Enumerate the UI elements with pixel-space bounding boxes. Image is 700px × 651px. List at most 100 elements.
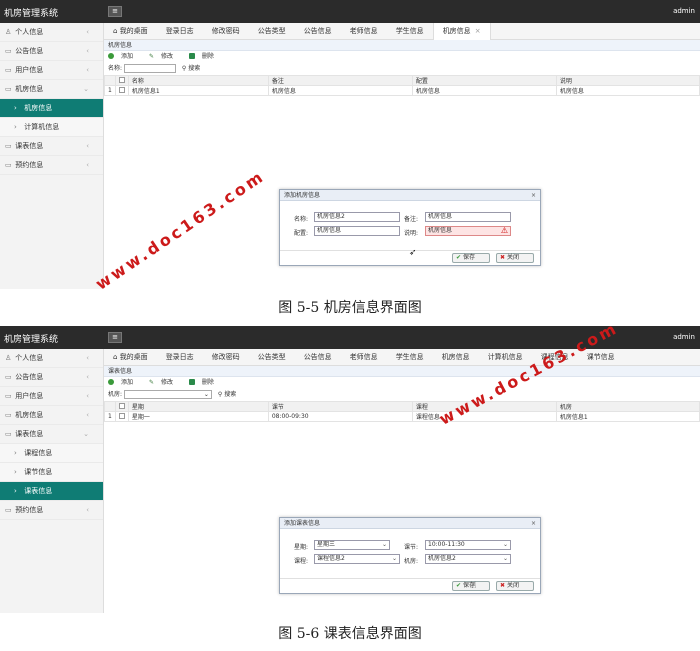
user-name[interactable]: admin: [673, 333, 695, 341]
edit-button[interactable]: ✎ 修改: [149, 53, 180, 60]
tab-notice-type[interactable]: 公告类型: [249, 23, 295, 40]
table-cell: 08:00-09:30: [267, 411, 413, 422]
sidebar-item-notice[interactable]: ▭ 公告信息 ‹: [0, 42, 103, 61]
user-name[interactable]: admin: [673, 7, 695, 15]
sidebar-item-booking[interactable]: ▭ 预约信息 ‹: [0, 501, 103, 520]
chevron-down-icon: ⌄: [381, 541, 387, 548]
sidebar: ♙ 个人信息 ‹ ▭ 公告信息 ‹ ▭ 用户信息 ‹ ▭ 机房信息 ⌄ › 机房信息 ›…: [0, 23, 104, 289]
search-input[interactable]: [123, 64, 176, 73]
tab-student-info[interactable]: 学生信息: [387, 23, 433, 40]
sidebar-item-personal[interactable]: ♙ 个人信息 ‹: [0, 349, 103, 368]
chevron-left-icon: ‹: [86, 161, 89, 169]
edit-button[interactable]: ✎ 修改: [149, 379, 180, 386]
tab-desktop[interactable]: ⌂ 我的桌面: [104, 349, 157, 366]
page-title: 课表信息: [104, 366, 700, 377]
sidebar: ♙ 个人信息 ‹ ▭ 公告信息 ‹ ▭ 用户信息 ‹ ▭ 机房信息 ‹ ▭ 课表信息 ⌄ …: [0, 349, 104, 613]
sidebar-item-notice[interactable]: ▭ 公告信息 ‹: [0, 368, 103, 387]
table-row[interactable]: 1 机房信息1 机房信息 机房信息 机房信息: [104, 85, 700, 96]
sidebar-item-course-info[interactable]: › 课程信息: [0, 444, 103, 463]
tab-teacher-info[interactable]: 老师信息: [341, 349, 387, 366]
select-all-checkbox[interactable]: [118, 77, 125, 83]
column-header[interactable]: 机房: [555, 401, 700, 412]
tab-login-log[interactable]: 登录日志: [157, 23, 203, 40]
week-select[interactable]: 星期三 ⌄: [314, 540, 390, 550]
check-icon: ✔: [456, 582, 462, 589]
room-select[interactable]: ⌄: [123, 390, 212, 399]
tab-room-info[interactable]: 机房信息 ×: [432, 23, 491, 40]
close-icon[interactable]: ×: [531, 518, 536, 529]
desc-input[interactable]: 机房信息 ⚠: [425, 226, 511, 236]
close-icon[interactable]: ×: [475, 27, 481, 35]
desc-label: 说明:: [404, 230, 419, 237]
column-header[interactable]: 课节: [267, 401, 413, 412]
close-button[interactable]: ✖ 关闭: [496, 253, 534, 263]
period-label: 课节:: [404, 544, 419, 551]
delete-icon: [188, 379, 195, 385]
delete-button[interactable]: 删除: [188, 379, 221, 386]
dialog-footer: ✔ 保存 ✖ 关闭: [280, 578, 540, 593]
sidebar-item-room-info[interactable]: › 机房信息: [0, 99, 103, 118]
delete-button[interactable]: 删除: [188, 53, 221, 60]
tab-teacher-info[interactable]: 老师信息: [341, 23, 387, 40]
course-label: 课程:: [294, 558, 309, 565]
name-input[interactable]: 机房信息2: [314, 212, 400, 222]
search-button[interactable]: ⚲ 搜索: [182, 65, 200, 72]
table-cell: 机房信息1: [127, 85, 269, 96]
sidebar-item-users[interactable]: ▭ 用户信息 ‹: [0, 61, 103, 80]
tab-notice-type[interactable]: 公告类型: [249, 349, 295, 366]
remark-label: 备注:: [404, 216, 419, 223]
close-icon[interactable]: ×: [531, 190, 536, 201]
config-input[interactable]: 机房信息: [314, 226, 400, 236]
table-cell: 机房信息: [267, 85, 413, 96]
users-icon: ▭: [5, 392, 12, 400]
week-label: 星期:: [294, 544, 309, 551]
sidebar-item-room[interactable]: ▭ 机房信息 ‹: [0, 406, 103, 425]
column-header[interactable]: 说明: [555, 75, 700, 86]
column-header[interactable]: 名称: [127, 75, 269, 86]
menu-toggle-button[interactable]: ≡: [108, 332, 122, 343]
tab-login-log[interactable]: 登录日志: [157, 349, 203, 366]
sidebar-item-booking[interactable]: ▭ 预约信息 ‹: [0, 156, 103, 175]
booking-icon: ▭: [5, 506, 12, 514]
dialog-title: 添加课表信息 ×: [280, 518, 540, 529]
tab-notice-info[interactable]: 公告信息: [295, 349, 341, 366]
pencil-icon: ✎: [148, 53, 154, 60]
sidebar-item-schedule-info[interactable]: › 课表信息: [0, 482, 103, 501]
sidebar-item-period-info[interactable]: › 课节信息: [0, 463, 103, 482]
course-select[interactable]: 课程信息2 ⌄: [314, 554, 400, 564]
remark-input[interactable]: 机房信息: [425, 212, 511, 222]
tab-student-info[interactable]: 学生信息: [387, 349, 433, 366]
select-all-checkbox[interactable]: [118, 403, 125, 409]
column-header[interactable]: 星期: [127, 401, 269, 412]
tab-change-password[interactable]: 修改密码: [203, 23, 249, 40]
close-button[interactable]: ✖ 关闭: [496, 581, 534, 591]
tab-change-password[interactable]: 修改密码: [203, 349, 249, 366]
save-button[interactable]: ✔ 保存: [452, 253, 490, 263]
row-checkbox[interactable]: [118, 87, 125, 93]
column-header[interactable]: 备注: [267, 75, 413, 86]
menu-toggle-button[interactable]: ≡: [108, 6, 122, 17]
sidebar-item-room[interactable]: ▭ 机房信息 ⌄: [0, 80, 103, 99]
tab-computer-info[interactable]: 计算机信息: [479, 349, 532, 366]
tab-desktop[interactable]: ⌂ 我的桌面: [104, 23, 157, 40]
notice-icon: ▭: [5, 47, 12, 55]
sidebar-item-personal[interactable]: ♙ 个人信息 ‹: [0, 23, 103, 42]
add-button[interactable]: 添加: [108, 53, 140, 60]
tab-room-info[interactable]: 机房信息: [433, 349, 479, 366]
sidebar-item-schedule[interactable]: ▭ 课表信息 ‹: [0, 137, 103, 156]
booking-icon: ▭: [5, 161, 12, 169]
sidebar-item-schedule[interactable]: ▭ 课表信息 ⌄: [0, 425, 103, 444]
chevron-down-icon: ⌄: [83, 430, 89, 438]
search-button[interactable]: ⚲ 搜索: [218, 391, 236, 398]
column-header[interactable]: 配置: [411, 75, 557, 86]
table-row[interactable]: 1 星期一 08:00-09:30 课程信息 机房信息1: [104, 411, 700, 422]
row-checkbox[interactable]: [118, 413, 125, 419]
mouse-cursor-icon: ➶: [409, 248, 417, 258]
period-select[interactable]: 10:00-11:30 ⌄: [425, 540, 511, 550]
add-button[interactable]: 添加: [108, 379, 140, 386]
tab-notice-info[interactable]: 公告信息: [295, 23, 341, 40]
sidebar-item-computer-info[interactable]: › 计算机信息: [0, 118, 103, 137]
sidebar-item-users[interactable]: ▭ 用户信息 ‹: [0, 387, 103, 406]
figure-caption: 图 5-5 机房信息界面图: [278, 300, 422, 316]
room-select[interactable]: 机房信息2 ⌄: [425, 554, 511, 564]
